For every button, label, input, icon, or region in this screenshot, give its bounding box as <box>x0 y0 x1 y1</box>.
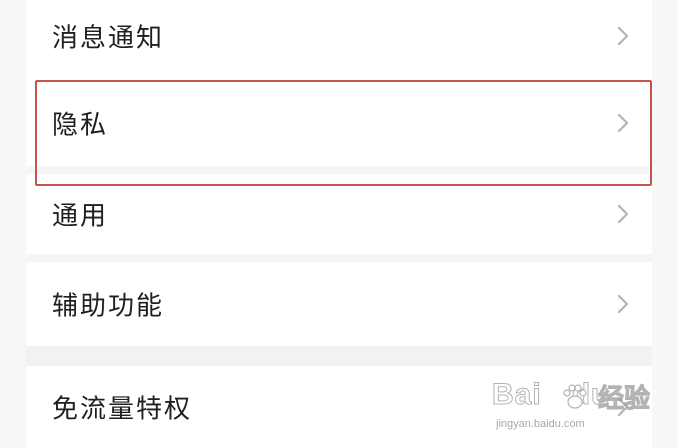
chevron-right-icon <box>617 294 629 314</box>
settings-item-accessibility[interactable]: 辅助功能 <box>26 262 652 346</box>
watermark-url: jingyan.baidu.com <box>496 418 585 430</box>
settings-screen: 消息通知 隐私 通用 辅助功能 免流量特权 Bai du 经验 jingyan.… <box>0 0 678 448</box>
settings-item-general[interactable]: 通用 <box>26 174 652 254</box>
settings-item-privacy[interactable]: 隐私 <box>26 80 652 166</box>
watermark-brand: Bai du <box>492 378 611 412</box>
settings-item-label: 通用 <box>52 201 109 232</box>
settings-item-label: 消息通知 <box>52 23 165 54</box>
chevron-right-icon <box>617 26 629 46</box>
settings-item-label: 辅助功能 <box>52 291 165 322</box>
paw-icon <box>563 384 587 409</box>
row-divider <box>26 254 652 262</box>
baidu-watermark: Bai du 经验 jingyan.baidu.com <box>492 374 662 438</box>
settings-item-label: 隐私 <box>52 110 109 141</box>
chevron-right-icon <box>617 204 629 224</box>
left-gutter <box>0 0 26 448</box>
section-gap <box>26 346 652 366</box>
row-divider <box>26 166 652 174</box>
watermark-suffix: 经验 <box>597 384 651 415</box>
chevron-right-icon <box>617 113 629 133</box>
settings-item-notifications[interactable]: 消息通知 <box>26 0 652 72</box>
settings-item-label: 免流量特权 <box>52 394 193 425</box>
